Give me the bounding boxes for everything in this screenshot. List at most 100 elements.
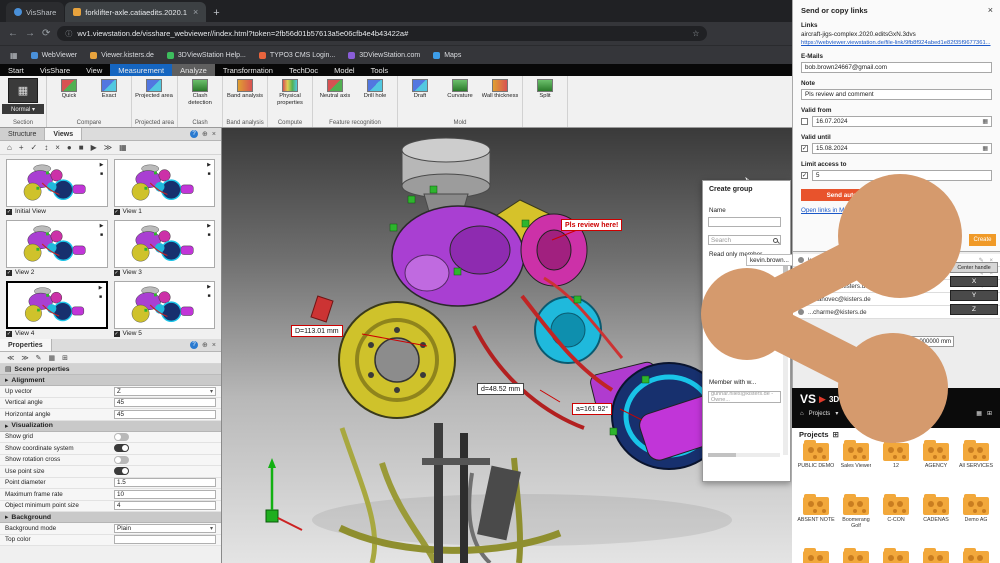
center-handle-button[interactable]: Center handle [950, 262, 998, 273]
ribbon-tab-transformation[interactable]: Transformation [215, 64, 281, 76]
dialog-hscrollbar[interactable] [708, 453, 780, 457]
address-bar[interactable]: ⓘ wv1.viewstation.de/visshare_webviewer/… [57, 26, 707, 41]
tool-projected-area[interactable]: Projected area [135, 78, 173, 107]
section-tool-button[interactable]: ▦ [8, 78, 38, 103]
tool-exact[interactable]: Exact [90, 78, 128, 107]
film-icon[interactable]: ■ [207, 171, 210, 177]
apply-icon[interactable]: ✓ [31, 143, 38, 152]
forward-icon[interactable]: → [25, 28, 35, 39]
camera-icon[interactable]: ▶ [207, 284, 211, 290]
send-automated-mails-button[interactable]: Send automated mails [801, 189, 919, 201]
info-icon[interactable]: ? [190, 130, 198, 138]
camera-icon[interactable]: ▶ [100, 162, 104, 168]
tool-clash-detection[interactable]: Clash detection [181, 78, 219, 107]
bookmark-item[interactable]: 3DViewStation.com [348, 52, 420, 59]
select-background-mode[interactable]: Plain▾ [114, 524, 216, 533]
bookmark-item[interactable]: 3DViewStation Help... [167, 52, 246, 59]
tab-properties[interactable]: Properties [0, 339, 52, 351]
project-item[interactable]: Hitachi Zosen [796, 551, 836, 563]
toggle-show-rotation-cross[interactable] [114, 456, 129, 464]
axis-button-x[interactable]: X [950, 276, 998, 287]
valid-until-date-input[interactable]: 15.08.2024 ▦ [812, 143, 992, 154]
ribbon-tab-view[interactable]: View [78, 64, 110, 76]
bookmark-item[interactable]: Viewer.kisters.de [90, 52, 154, 59]
input-maximum-frame-rate[interactable]: 10 [114, 490, 216, 499]
add-icon[interactable]: ⊞ [987, 410, 992, 417]
axis-value-field[interactable]: 000000 mm [898, 336, 954, 347]
bookmark-item[interactable]: Maps [433, 52, 461, 59]
select-up-vector[interactable]: Z▾ [114, 387, 216, 396]
view-thumbnail[interactable]: ▶■ [114, 159, 216, 207]
new-tab-button[interactable]: + [213, 7, 219, 22]
reload-icon[interactable]: ⟳ [42, 28, 50, 39]
close-icon[interactable]: × [212, 342, 216, 349]
project-item[interactable]: Jungheinrich [876, 551, 916, 563]
input-point-diameter[interactable]: 1.5 [114, 478, 216, 487]
close-icon[interactable]: × [212, 131, 216, 138]
view-checkbox[interactable]: ✓ [114, 209, 120, 215]
project-item[interactable]: AGENCY [916, 443, 956, 489]
share-link-url[interactable]: https://webviewer.viewstation.de/file-li… [801, 40, 992, 46]
project-item[interactable]: C-CON [876, 497, 916, 543]
project-item[interactable]: Boomerang Golf [836, 497, 876, 543]
view-thumbnail[interactable]: ▶■ [114, 220, 216, 268]
dialog-scrollbar[interactable] [783, 259, 788, 455]
valid-until-checkbox[interactable]: ✓ [801, 145, 808, 152]
section-mode-dropdown[interactable]: Normal ▾ [2, 104, 44, 114]
expand-icon[interactable]: ≫ [21, 354, 28, 362]
ribbon-tab-analyze[interactable]: Analyze [172, 64, 215, 76]
bookmark-item[interactable]: WebViewer [31, 52, 78, 59]
tool-drill-hole[interactable]: Drill hole [356, 78, 394, 107]
project-item[interactable]: All SERVICES [956, 443, 996, 489]
tab-structure[interactable]: Structure [0, 128, 45, 140]
reorder-icon[interactable]: ↕ [44, 143, 48, 152]
tab-views[interactable]: Views [45, 128, 82, 140]
group-name-input[interactable] [708, 217, 781, 227]
ribbon-tab-techdoc[interactable]: TechDoc [281, 64, 326, 76]
view-thumbnail[interactable]: ▶■ [114, 281, 216, 329]
camera-icon[interactable]: ▶ [100, 223, 104, 229]
info-icon[interactable]: ? [190, 341, 198, 349]
grid-icon[interactable]: ▦ [49, 354, 56, 362]
bookmark-item[interactable]: TYPO3 CMS Login... [259, 52, 335, 59]
note-input[interactable]: Pls review and comment [801, 89, 992, 100]
tool-curvature[interactable]: Curvature [441, 78, 479, 107]
input-horizontal-angle[interactable]: 45 [114, 410, 216, 419]
browser-tab-model[interactable]: forklifter-axle.catiaedits.2020.1 × [65, 2, 206, 22]
layout-grid-icon[interactable]: ⊞ [833, 430, 839, 439]
axis-button-y[interactable]: Y [950, 290, 998, 301]
close-icon[interactable]: × [988, 5, 993, 15]
section-header[interactable]: ▸Background [0, 512, 221, 523]
play-icon[interactable]: ▶ [91, 143, 97, 152]
input-object-minimum-point-size[interactable]: 4 [114, 501, 216, 510]
section-header[interactable]: ▸Alignment [0, 375, 221, 386]
skip-icon[interactable]: ≫ [104, 143, 112, 152]
camera-icon[interactable]: ▶ [207, 162, 211, 168]
add-icon[interactable]: ⊞ [62, 354, 68, 362]
view-checkbox[interactable]: ✓ [6, 270, 12, 276]
project-item[interactable]: Jobs Austria [836, 551, 876, 563]
home-icon[interactable]: ⌂ [800, 411, 804, 417]
edit-icon[interactable]: ✎ [36, 354, 42, 362]
view-thumbnail[interactable]: ▶■ [6, 220, 108, 268]
member-search-input[interactable]: Search [708, 235, 781, 245]
view-checkbox[interactable]: ✓ [6, 209, 12, 215]
tool-quick[interactable]: Quick [50, 78, 88, 107]
back-icon[interactable]: ← [8, 28, 18, 39]
view-checkbox[interactable]: ✓ [114, 331, 120, 337]
add-view-icon[interactable]: + [19, 143, 24, 152]
tool-physical-properties[interactable]: Physical properties [271, 78, 309, 107]
calendar-icon[interactable]: ▦ [982, 118, 988, 125]
open-links-mail-client-link[interactable]: Open links in Mail Client [801, 207, 992, 214]
stop-icon[interactable]: ■ [79, 143, 84, 152]
nav-projects-label[interactable]: Projects [809, 411, 831, 417]
browser-tab-visshare[interactable]: VisShare [6, 2, 64, 22]
email-input[interactable]: bob.brown24667@gmail.com [801, 62, 992, 73]
film-icon[interactable]: ■ [207, 293, 210, 299]
apps-grid-icon[interactable]: ▦ [10, 51, 18, 60]
chevron-down-icon[interactable]: ▾ [835, 410, 838, 417]
ribbon-tab-visshare[interactable]: VisShare [32, 64, 78, 76]
tool-split[interactable]: Split [526, 78, 564, 107]
create-button[interactable]: Create [969, 234, 996, 246]
site-info-icon[interactable]: ⓘ [65, 29, 72, 39]
